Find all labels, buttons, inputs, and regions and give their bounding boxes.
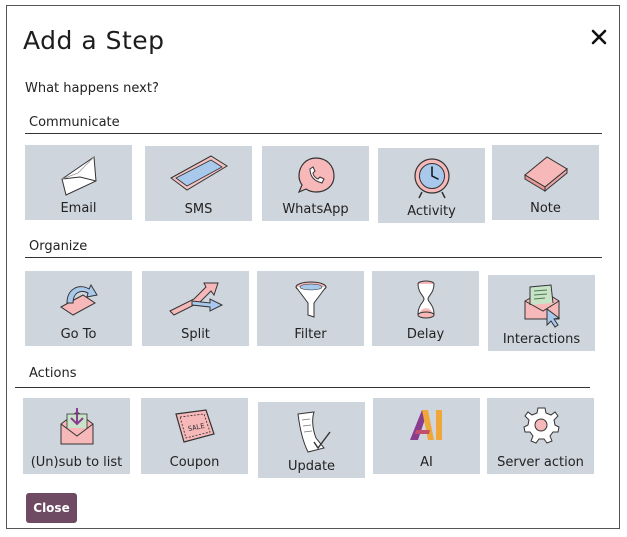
section-actions-label: Actions: [29, 366, 77, 381]
tile-server-action[interactable]: Server action: [487, 398, 594, 474]
tile-label: Email: [60, 201, 97, 216]
tile-filter[interactable]: Filter: [257, 271, 364, 346]
envelope-badge-icon: [60, 408, 93, 445]
tile-update[interactable]: Update: [258, 402, 365, 478]
tile-whatsapp[interactable]: WhatsApp: [262, 146, 369, 221]
section-divider: [15, 387, 590, 388]
tile-email[interactable]: Email: [25, 145, 132, 220]
tile-label: Delay: [406, 327, 445, 342]
section-organize-label: Organize: [29, 239, 88, 254]
tile-unsub-to-list[interactable]: (Un)sub to list: [23, 398, 130, 474]
close-button[interactable]: Close: [26, 493, 77, 523]
ai-logo-icon: [409, 410, 442, 440]
tile-label: (Un)sub to list: [30, 455, 123, 470]
tile-ai[interactable]: AI: [373, 398, 480, 474]
tile-note[interactable]: Note: [492, 145, 599, 220]
tile-label: Server action: [497, 455, 584, 470]
tile-label: Activity: [407, 204, 456, 219]
tile-split[interactable]: Split: [142, 271, 249, 346]
note-icon: [523, 156, 568, 193]
tile-label: Filter: [294, 327, 327, 342]
funnel-icon: [295, 281, 326, 318]
hourglass-icon: [416, 280, 435, 319]
tile-go-to[interactable]: Go To: [25, 271, 132, 346]
tile-label: SMS: [184, 202, 213, 217]
close-icon[interactable]: [589, 27, 609, 47]
tile-delay[interactable]: Delay: [372, 271, 479, 346]
tile-label: Note: [530, 201, 561, 216]
tile-sms[interactable]: SMS: [145, 146, 252, 221]
tile-coupon[interactable]: SALE Coupon: [141, 398, 248, 474]
whatsapp-icon: [297, 157, 335, 194]
tile-label: WhatsApp: [282, 202, 349, 217]
add-step-dialog: Add a Step What happens next? Communicat…: [6, 5, 620, 529]
tile-activity[interactable]: Activity: [378, 148, 485, 223]
tile-label: Split: [181, 327, 210, 342]
gear-icon: [522, 407, 560, 444]
goto-arrow-icon: [59, 283, 98, 316]
dialog-subtitle: What happens next?: [25, 81, 159, 96]
clock-icon: [413, 158, 450, 199]
tile-label: Interactions: [502, 332, 581, 347]
envelope-cursor-icon: [524, 284, 560, 328]
tile-interactions[interactable]: Interactions: [488, 275, 595, 351]
dialog-title: Add a Step: [23, 26, 165, 55]
section-divider: [25, 133, 602, 134]
tile-label: Coupon: [169, 455, 220, 470]
section-divider: [25, 257, 602, 258]
split-arrow-icon: [168, 282, 223, 316]
document-check-icon: [296, 411, 331, 453]
tile-label: Go To: [60, 327, 97, 342]
coupon-icon: SALE: [174, 409, 215, 443]
phone-icon: [169, 155, 228, 191]
section-communicate-label: Communicate: [29, 115, 120, 130]
tile-label: AI: [420, 455, 433, 470]
envelope-icon: [60, 156, 97, 196]
tile-label: Update: [287, 459, 336, 474]
